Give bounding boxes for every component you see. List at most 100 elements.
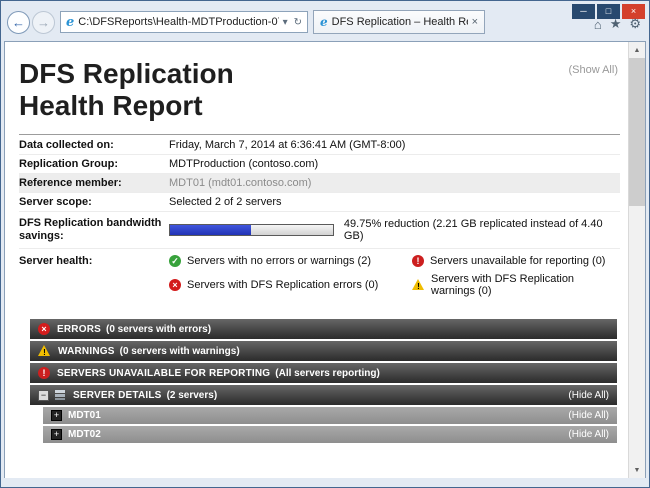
server-health-grid: ✓ Servers with no errors or warnings (2)… [169,255,620,297]
server-icon [54,389,66,401]
address-text: C:\DFSReports\Health-MDTProduction-07M [78,16,278,28]
health-item-unavailable: ! Servers unavailable for reporting (0) [412,255,620,267]
info-row-replication-group: Replication Group: MDTProduction (contos… [19,155,620,174]
browser-chrome: ─ □ × ← → e C:\DFSReports\Health-MDTProd… [1,1,649,41]
server-row-mdt01[interactable]: + MDT01 (Hide All) [43,407,617,424]
refresh-icon[interactable]: ↻ [294,17,302,28]
field-value: Friday, March 7, 2014 at 6:36:41 AM (GMT… [169,139,405,151]
vertical-scrollbar[interactable]: ▲ ▼ [628,42,645,478]
field-label: DFS Replication bandwidth savings: [19,217,169,243]
forward-icon: → [37,15,50,30]
field-label: Data collected on: [19,139,169,151]
section-warnings[interactable]: ! WARNINGS (0 servers with warnings) [30,341,617,361]
browser-window: ─ □ × ← → e C:\DFSReports\Health-MDTProd… [0,0,650,488]
tab-close-icon[interactable]: × [472,16,478,28]
green-check-icon: ✓ [169,255,181,267]
health-item-errors: × Servers with DFS Replication errors (0… [169,273,412,297]
hide-all-link[interactable]: (Hide All) [568,429,609,440]
field-label: Server scope: [19,196,169,208]
info-row-bandwidth: DFS Replication bandwidth savings: 49.75… [19,212,620,249]
yellow-warning-icon: ! [38,345,51,357]
tab-favicon: e [320,15,328,29]
bandwidth-progress-fill [170,225,251,235]
hide-all-link[interactable]: (Hide All) [568,410,609,421]
section-errors[interactable]: × ERRORS (0 servers with errors) [30,319,617,339]
home-icon[interactable]: ⌂ [594,17,602,32]
field-value: MDT01 (mdt01.contoso.com) [169,177,311,189]
hide-all-link[interactable]: (Hide All) [568,390,609,401]
forward-button[interactable]: → [32,11,55,34]
address-bar[interactable]: e C:\DFSReports\Health-MDTProduction-07M… [60,11,308,33]
health-item-text: Servers unavailable for reporting (0) [430,255,605,267]
address-bar-icons: ▾ ↻ [283,17,302,28]
section-title: SERVER DETAILS [73,390,162,401]
field-label: Reference member: [19,177,169,189]
field-value: Selected 2 of 2 servers [169,196,282,208]
page-title-line2: Health Report [19,90,620,122]
collapse-icon[interactable]: − [38,390,49,401]
chevron-down-icon[interactable]: ▾ [283,17,288,28]
field-value: MDTProduction (contoso.com) [169,158,318,170]
back-button[interactable]: ← [7,11,30,34]
section-title: WARNINGS [58,346,115,357]
health-item-text: Servers with DFS Replication warnings (0… [431,273,620,297]
tab-title: DFS Replication – Health Re... [332,16,468,28]
ie-favicon: e [66,15,74,30]
bandwidth-text: 49.75% reduction (2.21 GB replicated ins… [344,218,620,242]
info-row-server-health: Server health: ✓ Servers with no errors … [19,249,620,307]
health-item-warnings: ! Servers with DFS Replication warnings … [412,273,620,297]
section-detail: (0 servers with errors) [106,324,211,335]
scroll-up-icon[interactable]: ▲ [629,42,645,58]
show-all-link[interactable]: (Show All) [568,64,618,76]
info-row-server-scope: Server scope: Selected 2 of 2 servers [19,193,620,212]
content-area: DFS Replication Health Report (Show All)… [4,41,646,478]
section-title: ERRORS [57,324,101,335]
report-page: DFS Replication Health Report (Show All)… [5,42,628,478]
page-title-line1: DFS Replication [19,58,620,90]
browser-tab[interactable]: e DFS Replication – Health Re... × [313,10,485,34]
section-detail: (All servers reporting) [275,368,379,379]
navigation-bar: ← → e C:\DFSReports\Health-MDTProduction… [7,10,583,34]
settings-icon[interactable]: ⚙ [629,16,641,32]
section-title: SERVERS UNAVAILABLE FOR REPORTING [57,368,270,379]
info-row-data-collected: Data collected on: Friday, March 7, 2014… [19,136,620,155]
red-exclamation-icon: ! [38,367,50,379]
bandwidth-value: 49.75% reduction (2.21 GB replicated ins… [169,218,620,242]
chrome-toolbar-icons: ⌂ ★ ⚙ [594,16,641,32]
bandwidth-progressbar [169,224,334,236]
report-summary: Data collected on: Friday, March 7, 2014… [19,136,620,307]
report-sections: × ERRORS (0 servers with errors) ! WARNI… [30,319,617,443]
page-title: DFS Replication Health Report [19,58,620,122]
scrollbar-track[interactable] [629,206,645,462]
section-detail: (0 servers with warnings) [120,346,240,357]
section-unavailable[interactable]: ! SERVERS UNAVAILABLE FOR REPORTING (All… [30,363,617,383]
maximize-icon: □ [606,7,611,16]
info-row-reference-member: Reference member: MDT01 (mdt01.contoso.c… [19,174,620,193]
close-icon: × [631,7,636,16]
section-server-details[interactable]: − SERVER DETAILS (2 servers) (Hide All) [30,385,617,405]
yellow-warning-icon: ! [412,279,425,291]
scroll-down-icon[interactable]: ▼ [629,462,645,478]
red-x-icon: × [38,323,50,335]
expand-icon[interactable]: + [51,429,62,440]
red-x-icon: × [169,279,181,291]
field-label: Replication Group: [19,158,169,170]
back-icon: ← [12,15,25,30]
health-item-text: Servers with no errors or warnings (2) [187,255,371,267]
section-detail: (2 servers) [167,390,218,401]
field-label: Server health: [19,255,169,267]
favorites-icon[interactable]: ★ [610,16,622,32]
server-name: MDT02 [68,429,101,440]
expand-icon[interactable]: + [51,410,62,421]
report-header: DFS Replication Health Report (Show All) [19,58,620,135]
health-item-text: Servers with DFS Replication errors (0) [187,279,378,291]
bandwidth-label-line1: DFS Replication bandwidth [19,217,161,229]
health-item-no-errors: ✓ Servers with no errors or warnings (2) [169,255,412,267]
server-name: MDT01 [68,410,101,421]
server-row-mdt02[interactable]: + MDT02 (Hide All) [43,426,617,443]
bandwidth-label-line2: savings: [19,230,64,242]
window-bottom-frame [1,478,649,487]
red-exclamation-icon: ! [412,255,424,267]
title-divider [19,134,620,135]
scrollbar-thumb[interactable] [629,58,645,206]
